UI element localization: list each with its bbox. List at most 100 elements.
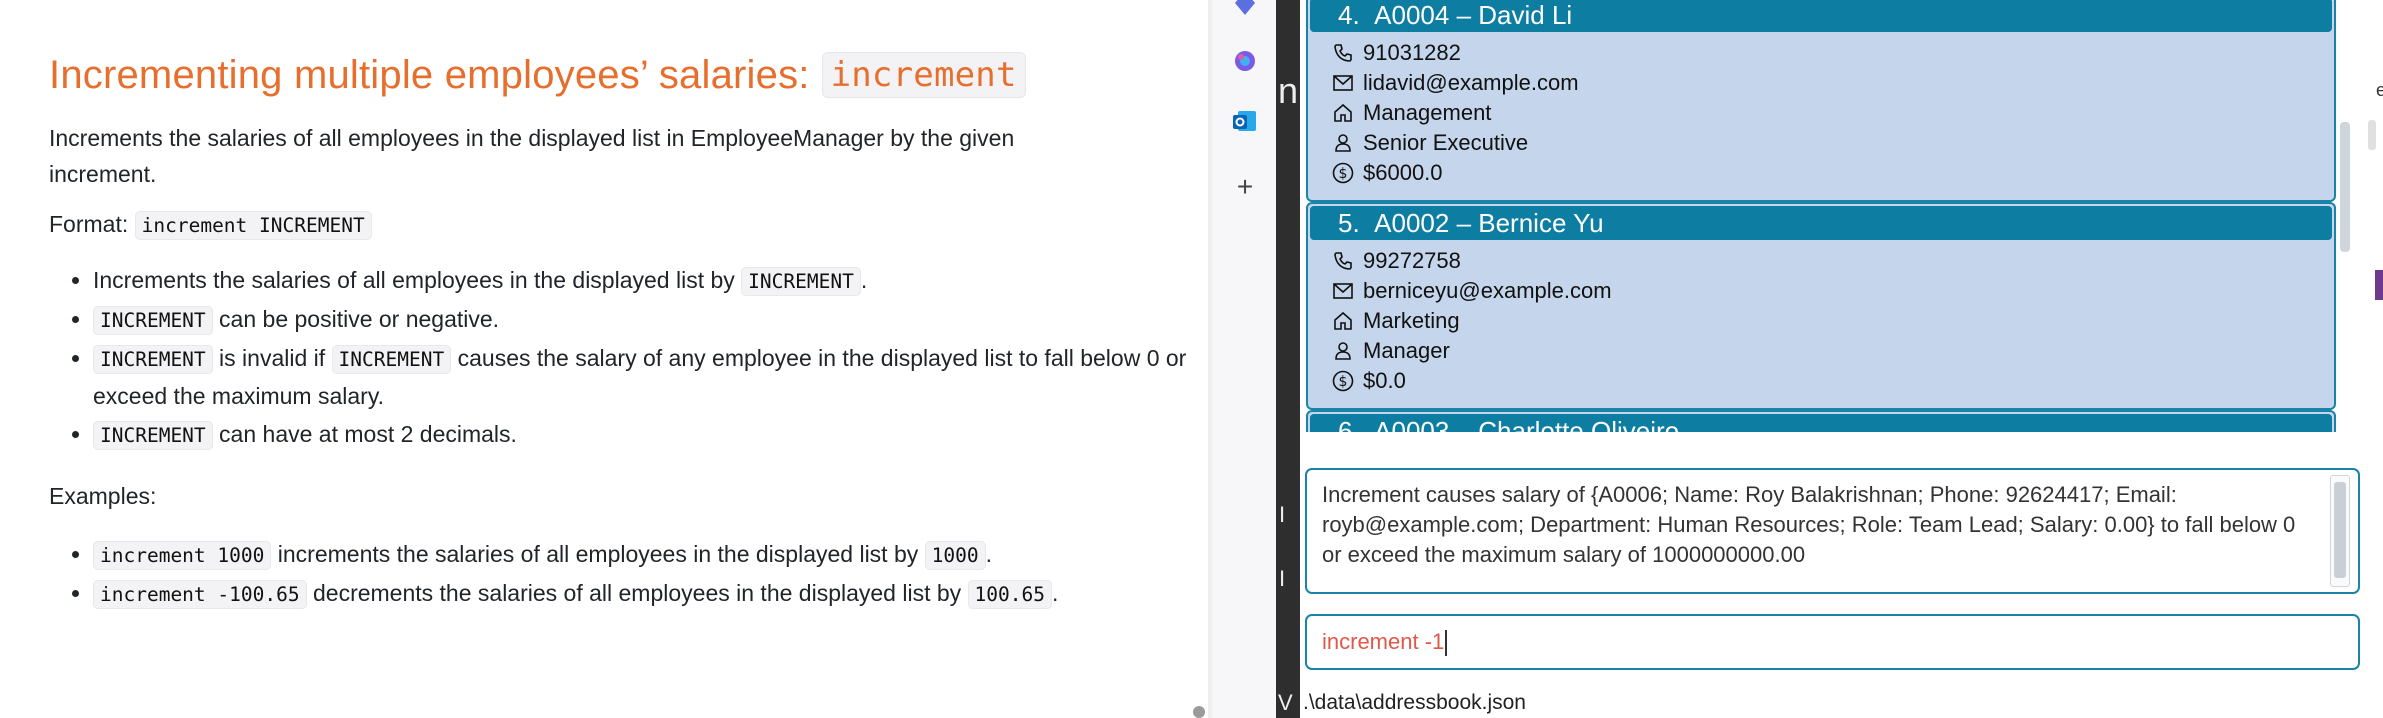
save-file-path: .\data\addressbook.json bbox=[1303, 691, 1526, 714]
employee-name: David Li bbox=[1478, 0, 1573, 30]
employee-name: Charlotte Oliveiro bbox=[1478, 416, 1680, 432]
employee-index: 4. bbox=[1338, 0, 1360, 30]
heading-text: Incrementing multiple employees’ salarie… bbox=[49, 52, 810, 97]
inline-code: INCREMENT bbox=[331, 345, 452, 374]
person-icon bbox=[1332, 132, 1354, 154]
note-text: is invalid if bbox=[212, 345, 332, 371]
email-row: lidavid@example.com bbox=[1332, 70, 1579, 96]
department-row: Management bbox=[1332, 100, 1491, 126]
examples-list: increment 1000 increments the salaries o… bbox=[49, 536, 1210, 613]
background-text: I bbox=[1279, 566, 1286, 591]
format-line: Format: increment INCREMENT bbox=[49, 206, 1109, 244]
command-input[interactable]: increment -1 bbox=[1305, 614, 2360, 670]
home-icon bbox=[1332, 102, 1354, 124]
home-icon bbox=[1332, 310, 1354, 332]
list-item: increment 1000 increments the salaries o… bbox=[93, 536, 1210, 574]
role-row: Manager bbox=[1332, 338, 1450, 364]
role-row: Senior Executive bbox=[1332, 130, 1528, 156]
inline-code: increment -100.65 bbox=[93, 580, 307, 609]
heading-code: increment bbox=[821, 52, 1026, 98]
employee-name: Bernice Yu bbox=[1478, 208, 1604, 238]
employee-manager-window: 4. A0004 – David Li 91031282 lidavid@exa… bbox=[1300, 0, 2383, 718]
scroll-handle[interactable] bbox=[1193, 706, 1205, 718]
list-item: INCREMENT is invalid if INCREMENT causes… bbox=[93, 340, 1210, 415]
employee-index: 6. bbox=[1338, 416, 1360, 432]
note-text: can be positive or negative. bbox=[212, 306, 500, 332]
outlook-icon[interactable] bbox=[1232, 108, 1258, 134]
employee-id: A0003 bbox=[1374, 416, 1450, 432]
phone-row: 99272758 bbox=[1332, 248, 1461, 274]
command-text[interactable]: increment -1 bbox=[1322, 629, 1444, 654]
background-text: V bbox=[1278, 690, 1293, 715]
list-item: INCREMENT can have at most 2 decimals. bbox=[93, 416, 1210, 454]
example-text: . bbox=[1052, 580, 1059, 606]
inline-code: INCREMENT bbox=[93, 306, 213, 335]
result-scroll-thumb[interactable] bbox=[2334, 482, 2346, 578]
employee-email: lidavid@example.com bbox=[1363, 70, 1579, 95]
adjacent-window-edge: e bbox=[2360, 0, 2383, 718]
dollar-icon: $ bbox=[1332, 162, 1354, 184]
inline-code: INCREMENT bbox=[741, 267, 861, 296]
inline-code: INCREMENT bbox=[93, 345, 213, 374]
diamond-icon[interactable] bbox=[1232, 0, 1258, 20]
adjacent-text: e bbox=[2376, 80, 2383, 100]
text-caret bbox=[1445, 630, 1448, 657]
employee-role: Manager bbox=[1363, 338, 1450, 363]
format-label: Format: bbox=[49, 211, 129, 237]
employee-phone: 99272758 bbox=[1363, 248, 1461, 273]
add-icon[interactable]: + bbox=[1232, 171, 1258, 202]
list-scroll-thumb[interactable] bbox=[2340, 122, 2350, 252]
result-display: Increment causes salary of {A0006; Name:… bbox=[1305, 468, 2360, 594]
list-item: increment -100.65 decrements the salarie… bbox=[93, 575, 1210, 613]
salary-row: $ $6000.0 bbox=[1332, 160, 1443, 186]
inline-code: increment 1000 bbox=[93, 541, 272, 570]
status-bar: .\data\addressbook.json bbox=[1300, 688, 2383, 718]
screen: Incrementing multiple employees’ salarie… bbox=[0, 0, 2383, 718]
mail-icon bbox=[1332, 72, 1354, 94]
adjacent-accent bbox=[2375, 270, 2383, 300]
dollar-icon: $ bbox=[1332, 370, 1354, 392]
user-guide-pane: Incrementing multiple employees’ salarie… bbox=[0, 0, 1210, 718]
command-description: Increments the salaries of all employees… bbox=[49, 125, 1015, 187]
list-item: INCREMENT can be positive or negative. bbox=[93, 301, 1210, 339]
example-text: decrements the salaries of all employees… bbox=[306, 580, 968, 606]
phone-icon bbox=[1332, 42, 1354, 64]
employee-card-header: 5. A0002 – Bernice Yu bbox=[1310, 206, 2332, 240]
employee-card-header: 4. A0004 – David Li bbox=[1310, 0, 2332, 32]
employee-salary: $0.0 bbox=[1363, 368, 1406, 393]
copilot-icon[interactable] bbox=[1232, 48, 1258, 74]
employee-role: Senior Executive bbox=[1363, 130, 1529, 155]
employee-email: berniceyu@example.com bbox=[1363, 278, 1612, 303]
employee-id: A0002 bbox=[1374, 208, 1450, 238]
notes-list: Increments the salaries of all employees… bbox=[49, 262, 1210, 454]
person-icon bbox=[1332, 340, 1354, 362]
employee-card[interactable]: 5. A0002 – Bernice Yu 99272758 berniceyu… bbox=[1306, 202, 2336, 410]
note-text: Increments the salaries of all employees… bbox=[93, 267, 742, 293]
employee-card[interactable]: 4. A0004 – David Li 91031282 lidavid@exa… bbox=[1306, 0, 2336, 202]
format-code: increment INCREMENT bbox=[134, 211, 372, 240]
example-text: . bbox=[985, 541, 992, 567]
inline-code: INCREMENT bbox=[93, 421, 213, 450]
inline-code: 100.65 bbox=[967, 580, 1052, 609]
section-heading: Incrementing multiple employees’ salarie… bbox=[49, 52, 1210, 98]
employee-id: A0004 bbox=[1374, 0, 1450, 30]
employee-index: 5. bbox=[1338, 208, 1360, 238]
email-row: berniceyu@example.com bbox=[1332, 278, 1612, 304]
phone-icon bbox=[1332, 250, 1354, 272]
adjacent-scrollbar bbox=[2368, 120, 2376, 150]
department-row: Marketing bbox=[1332, 308, 1460, 334]
note-text: can have at most 2 decimals. bbox=[212, 421, 517, 447]
note-text: . bbox=[860, 267, 868, 293]
employee-card[interactable]: 6. A0003 – Charlotte Oliveiro bbox=[1306, 410, 2336, 432]
mail-icon bbox=[1332, 280, 1354, 302]
employee-card-header: 6. A0003 – Charlotte Oliveiro bbox=[1310, 414, 2332, 432]
svg-text:$: $ bbox=[1339, 166, 1348, 182]
examples-label: Examples: bbox=[49, 483, 157, 509]
employee-phone: 91031282 bbox=[1363, 40, 1461, 65]
employee-department: Marketing bbox=[1363, 308, 1460, 333]
salary-row: $ $0.0 bbox=[1332, 368, 1406, 394]
svg-text:$: $ bbox=[1339, 374, 1348, 390]
result-message: Increment causes salary of {A0006; Name:… bbox=[1322, 482, 2296, 567]
employee-department: Management bbox=[1363, 100, 1492, 125]
employee-list[interactable]: 4. A0004 – David Li 91031282 lidavid@exa… bbox=[1300, 0, 2350, 432]
